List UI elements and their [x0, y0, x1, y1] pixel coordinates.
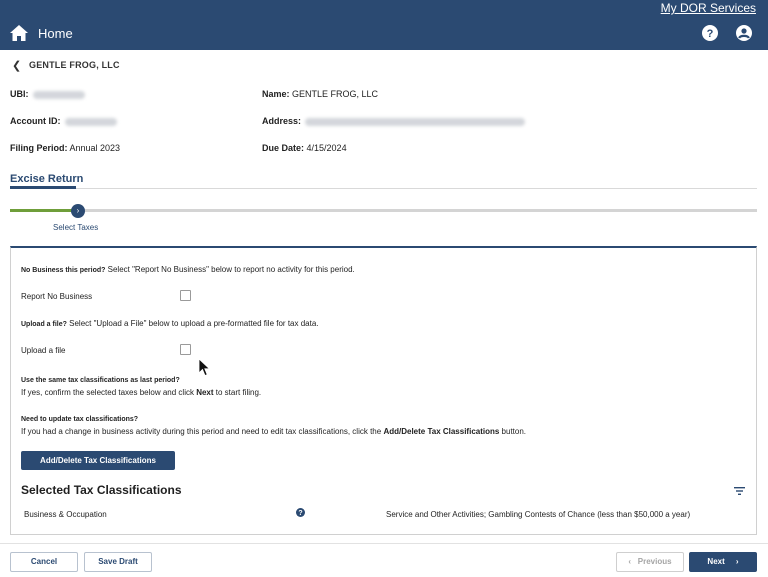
chevron-right-icon: ›	[76, 206, 80, 215]
ubi-value-redacted	[32, 90, 85, 99]
user-account-icon[interactable]	[736, 25, 752, 41]
next-label: Next	[707, 557, 725, 566]
address-value-redacted	[305, 117, 526, 126]
filing-period-field: Filing Period: Annual 2023	[10, 143, 120, 153]
selected-tax-classifications-title: Selected Tax Classifications	[21, 483, 182, 497]
my-dor-services-link[interactable]: My DOR Services	[661, 1, 756, 15]
same-tax-instructions: If yes, confirm the selected taxes below…	[21, 388, 261, 397]
previous-label: Previous	[637, 557, 672, 566]
svg-text:?: ?	[298, 510, 302, 517]
no-business-text: Select "Report No Business" below to rep…	[105, 265, 355, 274]
tab-active-indicator	[10, 186, 76, 189]
same-tax-question: Use the same tax classifications as last…	[21, 377, 180, 384]
update-question: Need to update tax classifications?	[21, 416, 139, 423]
back-chevron-icon[interactable]: ❮	[12, 59, 21, 72]
due-date-value: 4/15/2024	[306, 143, 347, 153]
progress-step-marker: ›	[71, 204, 85, 218]
tax-classification-description: Service and Other Activities; Gambling C…	[386, 510, 691, 519]
account-id-value-redacted	[64, 117, 117, 126]
progress-fill	[10, 209, 72, 212]
no-business-instructions: No Business this period? Select "Report …	[21, 265, 355, 274]
update-text-1: If you had a change in business activity…	[21, 427, 384, 436]
progress-track	[10, 209, 757, 212]
address-field: Address:	[262, 116, 526, 126]
tab-divider	[10, 188, 757, 189]
update-instructions: If you had a change in business activity…	[21, 427, 526, 436]
filter-icon[interactable]	[734, 487, 745, 495]
same-tax-next-emphasis: Next	[196, 388, 214, 397]
update-text-2: button.	[499, 427, 527, 436]
entity-name: GENTLE FROG, LLC	[29, 60, 120, 70]
step-label-select-taxes: Select Taxes	[53, 223, 99, 232]
save-draft-button[interactable]: Save Draft	[84, 552, 152, 572]
upload-question: Upload a file?	[21, 321, 67, 328]
footer-divider	[0, 543, 768, 544]
name-field: Name: GENTLE FROG, LLC	[262, 89, 378, 99]
add-delete-tax-classifications-button[interactable]: Add/Delete Tax Classifications	[21, 451, 175, 470]
due-date-label: Due Date:	[262, 143, 305, 153]
name-label: Name:	[262, 89, 290, 99]
chevron-left-icon: ‹	[628, 557, 632, 566]
previous-button[interactable]: ‹ Previous	[616, 552, 684, 572]
chevron-right-icon: ›	[735, 557, 739, 566]
due-date-field: Due Date: 4/15/2024	[262, 143, 347, 153]
same-tax-text-1: If yes, confirm the selected taxes below…	[21, 388, 197, 397]
mouse-cursor-icon	[199, 359, 211, 377]
next-button[interactable]: Next ›	[689, 552, 757, 572]
upload-instructions: Upload a file? Select "Upload a File" be…	[21, 319, 319, 328]
same-tax-text-2: to start filing.	[213, 388, 262, 397]
upload-file-label: Upload a file	[21, 346, 66, 355]
help-circle-icon[interactable]: ?	[296, 508, 305, 517]
svg-text:?: ?	[707, 28, 714, 40]
name-value: GENTLE FROG, LLC	[292, 89, 379, 99]
upload-file-checkbox[interactable]	[180, 344, 191, 355]
update-bold: Add/Delete Tax Classifications	[383, 427, 500, 436]
filing-period-value: Annual 2023	[69, 143, 121, 153]
cancel-button[interactable]: Cancel	[10, 552, 78, 572]
top-navigation-bar: My DOR Services Home ?	[0, 0, 768, 50]
tab-excise-return[interactable]: Excise Return	[10, 173, 83, 185]
account-id-label: Account ID:	[10, 116, 61, 126]
home-icon[interactable]	[10, 25, 28, 41]
upload-text: Select "Upload a File" below to upload a…	[66, 319, 319, 328]
home-link[interactable]: Home	[38, 26, 73, 41]
report-no-business-checkbox[interactable]	[180, 290, 191, 301]
account-id-field: Account ID:	[10, 116, 117, 126]
no-business-question: No Business this period?	[21, 267, 106, 274]
tax-classification-name: Business & Occupation	[24, 510, 107, 519]
ubi-label: UBI:	[10, 89, 29, 99]
report-no-business-label: Report No Business	[21, 292, 93, 301]
help-icon[interactable]: ?	[702, 25, 718, 41]
address-label: Address:	[262, 116, 302, 126]
ubi-field: UBI:	[10, 89, 85, 99]
filing-period-label: Filing Period:	[10, 143, 68, 153]
